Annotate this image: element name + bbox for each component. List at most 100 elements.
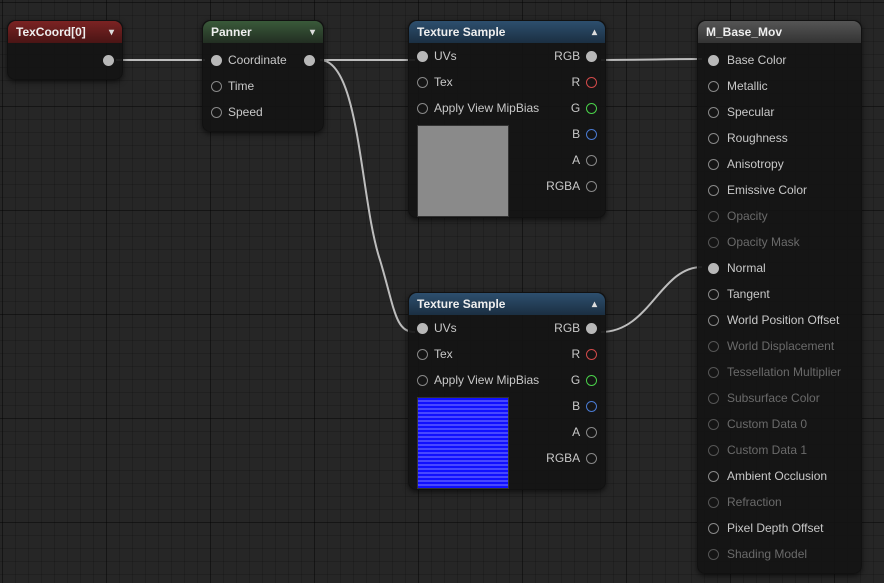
chevron-up-icon[interactable]: ▴: [592, 27, 597, 38]
node-header[interactable]: Texture Sample ▴: [409, 21, 605, 43]
material-pin-refraction[interactable]: Refraction: [698, 489, 861, 515]
node-texcoord[interactable]: TexCoord[0] ▾: [7, 20, 123, 80]
input-pin-uvs[interactable]: [417, 323, 428, 334]
material-pin-custom-data-0[interactable]: Custom Data 0: [698, 411, 861, 437]
output-pin-rgb[interactable]: [586, 51, 597, 62]
input-pin[interactable]: [708, 549, 719, 560]
output-pin-b[interactable]: [586, 401, 597, 412]
pin-label: UVs: [434, 49, 457, 63]
material-pin-custom-data-1[interactable]: Custom Data 1: [698, 437, 861, 463]
pin-label: RGBA: [546, 179, 580, 193]
input-pin[interactable]: [708, 55, 719, 66]
pin-label: UVs: [434, 321, 457, 335]
pin-label: Refraction: [727, 495, 782, 509]
material-pin-opacity[interactable]: Opacity: [698, 203, 861, 229]
material-pin-normal[interactable]: Normal: [698, 255, 861, 281]
input-pin[interactable]: [708, 81, 719, 92]
input-pin[interactable]: [708, 211, 719, 222]
material-pin-base-color[interactable]: Base Color: [698, 47, 861, 73]
input-pin-tex[interactable]: [417, 77, 428, 88]
pin-label: Custom Data 0: [727, 417, 807, 431]
input-pin[interactable]: [708, 289, 719, 300]
pin-label: Speed: [228, 105, 263, 119]
pin-label: RGB: [554, 321, 580, 335]
output-pin-g[interactable]: [586, 103, 597, 114]
output-pin-rgba[interactable]: [586, 181, 597, 192]
input-pin[interactable]: [708, 471, 719, 482]
material-pin-world-displacement[interactable]: World Displacement: [698, 333, 861, 359]
pin-label: RGBA: [546, 451, 580, 465]
material-pin-subsurface-color[interactable]: Subsurface Color: [698, 385, 861, 411]
pin-label: Ambient Occlusion: [727, 469, 827, 483]
pin-label: Custom Data 1: [727, 443, 807, 457]
pin-label: World Displacement: [727, 339, 834, 353]
pin-label: Normal: [727, 261, 766, 275]
material-pin-specular[interactable]: Specular: [698, 99, 861, 125]
input-pin[interactable]: [708, 237, 719, 248]
input-pin-time[interactable]: [211, 81, 222, 92]
material-pin-opacity-mask[interactable]: Opacity Mask: [698, 229, 861, 255]
input-pin-mipbias[interactable]: [417, 103, 428, 114]
pin-label: Opacity Mask: [727, 235, 800, 249]
material-pin-world-position-offset[interactable]: World Position Offset: [698, 307, 861, 333]
material-pin-emissive-color[interactable]: Emissive Color: [698, 177, 861, 203]
input-pin[interactable]: [708, 497, 719, 508]
chevron-up-icon[interactable]: ▴: [592, 299, 597, 310]
output-pin-r[interactable]: [586, 349, 597, 360]
node-header[interactable]: Texture Sample ▴: [409, 293, 605, 315]
output-pin[interactable]: [103, 55, 114, 66]
material-pin-tangent[interactable]: Tangent: [698, 281, 861, 307]
input-pin-uvs[interactable]: [417, 51, 428, 62]
material-pin-ambient-occlusion[interactable]: Ambient Occlusion: [698, 463, 861, 489]
input-pin-tex[interactable]: [417, 349, 428, 360]
pin-label: A: [572, 153, 580, 167]
output-pin-r[interactable]: [586, 77, 597, 88]
node-panner[interactable]: Panner ▾ Coordinate Time Speed: [202, 20, 324, 132]
material-pin-metallic[interactable]: Metallic: [698, 73, 861, 99]
input-pin[interactable]: [708, 393, 719, 404]
input-pin[interactable]: [708, 315, 719, 326]
input-pin-speed[interactable]: [211, 107, 222, 118]
input-pin[interactable]: [708, 107, 719, 118]
input-pin[interactable]: [708, 133, 719, 144]
node-header[interactable]: TexCoord[0] ▾: [8, 21, 122, 43]
input-pin[interactable]: [708, 341, 719, 352]
node-material-output[interactable]: M_Base_Mov Base ColorMetallicSpecular Rou…: [697, 20, 862, 574]
output-pin-rgba[interactable]: [586, 453, 597, 464]
pin-label: Subsurface Color: [727, 391, 820, 405]
input-pin[interactable]: [708, 419, 719, 430]
input-pin[interactable]: [708, 185, 719, 196]
node-body: Coordinate Time Speed: [203, 43, 323, 131]
chevron-down-icon[interactable]: ▾: [109, 27, 114, 38]
input-pin[interactable]: [708, 159, 719, 170]
material-pin-pixel-depth-offset[interactable]: Pixel Depth Offset: [698, 515, 861, 541]
input-pin[interactable]: [708, 445, 719, 456]
input-pin[interactable]: [708, 367, 719, 378]
pin-label: Pixel Depth Offset: [727, 521, 824, 535]
material-pin-tessellation-multiplier[interactable]: Tessellation Multiplier: [698, 359, 861, 385]
output-pin-rgb[interactable]: [586, 323, 597, 334]
node-texture-sample-1[interactable]: Texture Sample ▴ UVs Tex Apply View MipB…: [408, 20, 606, 218]
pin-label: Apply View MipBias: [434, 373, 539, 387]
node-title: M_Base_Mov: [706, 25, 782, 39]
material-pin-anisotropy[interactable]: Anisotropy: [698, 151, 861, 177]
input-pin[interactable]: [708, 523, 719, 534]
pin-label: A: [572, 425, 580, 439]
input-pin[interactable]: [708, 263, 719, 274]
node-texture-sample-2[interactable]: Texture Sample ▴ UVs Tex Apply View MipB…: [408, 292, 606, 490]
output-pin-g[interactable]: [586, 375, 597, 386]
input-pin-mipbias[interactable]: [417, 375, 428, 386]
pin-label: RGB: [554, 49, 580, 63]
chevron-down-icon[interactable]: ▾: [310, 27, 315, 38]
material-pin-roughness[interactable]: Roughness: [698, 125, 861, 151]
material-pin-shading-model[interactable]: Shading Model: [698, 541, 861, 567]
output-pin-a[interactable]: [586, 427, 597, 438]
output-pin-a[interactable]: [586, 155, 597, 166]
input-pin-coordinate[interactable]: [211, 55, 222, 66]
node-header[interactable]: Panner ▾: [203, 21, 323, 43]
output-pin[interactable]: [304, 55, 315, 66]
output-pin-b[interactable]: [586, 129, 597, 140]
node-header[interactable]: M_Base_Mov: [698, 21, 861, 43]
pin-label: Roughness: [727, 131, 788, 145]
pin-label: Tex: [434, 347, 453, 361]
